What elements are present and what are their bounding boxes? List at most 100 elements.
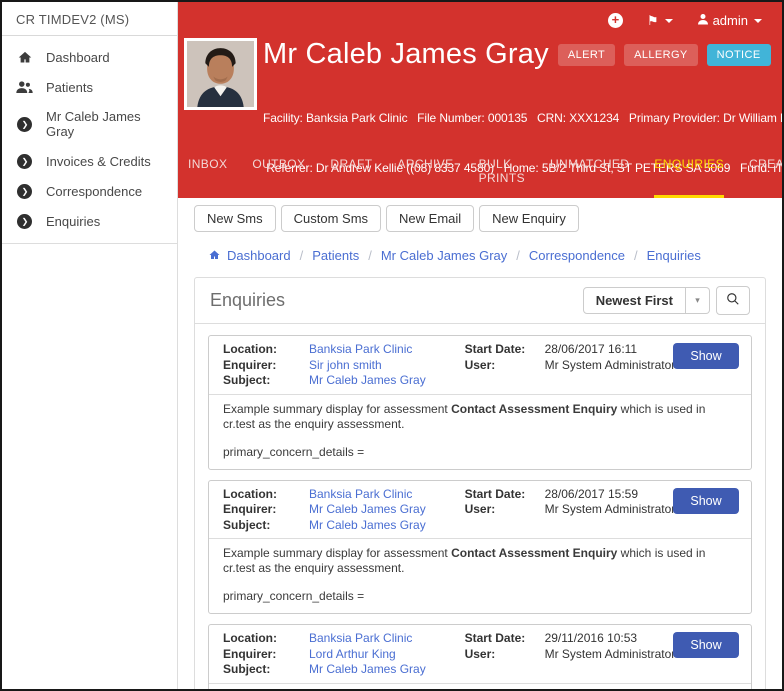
sidebar-item-dashboard[interactable]: Dashboard	[2, 42, 177, 72]
sidebar-nav: Dashboard Patients Mr Caleb James Gray I…	[2, 36, 177, 236]
summary-line2: primary_concern_details =	[223, 589, 365, 603]
start-date-label: Start Date:	[464, 631, 526, 645]
location-link[interactable]: Banksia Park Clinic	[309, 487, 412, 503]
subject-link[interactable]: Mr Caleb James Gray	[309, 518, 426, 534]
sidebar-item-label: Correspondence	[46, 183, 143, 199]
topbar: admin	[178, 2, 782, 30]
location-label: Location:	[223, 342, 277, 356]
sort-button[interactable]: Newest First	[582, 287, 686, 314]
tab-enquiries[interactable]: ENQUIRIES	[654, 148, 724, 198]
panel-controls: Newest First	[582, 286, 750, 315]
custom-sms-button[interactable]: Custom Sms	[280, 205, 382, 232]
enquiry-summary: Test	[209, 682, 751, 690]
start-date-value: 28/06/2017 16:11	[544, 342, 638, 356]
sidebar: CR TIMDEV2 (MS) Dashboard Patients Mr Ca…	[2, 2, 178, 689]
start-date-label: Start Date:	[464, 342, 526, 356]
flag-menu[interactable]	[647, 13, 673, 29]
enquirer-link[interactable]: Sir john smith	[309, 358, 382, 374]
chevron-circle-icon	[16, 183, 33, 199]
user-label: User:	[464, 357, 496, 372]
enquiry-item: Location: Banksia Park Clinic Enquirer: Mr…	[208, 479, 752, 614]
allergy-badge[interactable]: ALLERGY	[624, 43, 698, 66]
app-window: CR TIMDEV2 (MS) Dashboard Patients Mr Ca…	[0, 0, 784, 691]
location-link[interactable]: Banksia Park Clinic	[309, 342, 412, 358]
home-icon	[208, 248, 227, 263]
tab-unmatched[interactable]: UNMATCHED	[550, 148, 629, 198]
patient-photo	[184, 38, 257, 110]
subject-label: Subject:	[223, 662, 271, 676]
sidebar-item-label: Enquiries	[46, 213, 101, 229]
chevron-circle-icon	[16, 116, 33, 132]
summary-bold-text: Contact Assessment Enquiry	[451, 401, 618, 416]
summary-text: Example summary display for assessment	[223, 401, 452, 416]
subject-link[interactable]: Mr Caleb James Gray	[309, 373, 426, 389]
tab-outbox[interactable]: OUTBOX	[252, 148, 305, 198]
sidebar-item-patient-name[interactable]: Mr Caleb James Gray	[2, 102, 177, 146]
breadcrumb-enquiries[interactable]: Enquiries	[647, 248, 701, 263]
enquirer-label: Enquirer:	[223, 357, 277, 372]
home-icon	[16, 49, 33, 65]
breadcrumb-patients[interactable]: Patients	[312, 248, 359, 263]
subject-link[interactable]: Mr Caleb James Gray	[309, 662, 426, 678]
patient-name: Mr Caleb James Gray	[263, 38, 549, 70]
chevron-circle-icon	[16, 213, 33, 229]
plus-circle-icon	[607, 13, 623, 28]
enquiry-item: Location: Banksia Park Clinic Enquirer: Si…	[208, 335, 752, 470]
caret-down-icon	[664, 18, 673, 23]
location-label: Location:	[223, 631, 277, 645]
tab-inbox[interactable]: INBOX	[188, 148, 227, 198]
sidebar-item-label: Patients	[46, 79, 93, 95]
user-value: Mr System Administrator	[544, 357, 676, 372]
sidebar-item-invoices[interactable]: Invoices & Credits	[2, 146, 177, 176]
sort-caret-button[interactable]	[686, 287, 710, 314]
notice-badge[interactable]: NOTICE	[706, 43, 771, 66]
sidebar-item-correspondence[interactable]: Correspondence	[2, 176, 177, 206]
breadcrumb-dashboard[interactable]: Dashboard	[227, 248, 291, 263]
alert-badge[interactable]: ALERT	[557, 43, 616, 66]
tab-create[interactable]: CREATE	[749, 148, 782, 198]
users-icon	[16, 79, 33, 95]
user-menu[interactable]: admin	[697, 13, 762, 28]
breadcrumb-separator: /	[368, 248, 372, 263]
enquirer-label: Enquirer:	[223, 502, 277, 516]
location-link[interactable]: Banksia Park Clinic	[309, 631, 412, 647]
tab-archive[interactable]: ARCHIVE	[397, 148, 453, 198]
breadcrumb-correspondence[interactable]: Correspondence	[529, 248, 625, 263]
start-date-value: 28/06/2017 15:59	[544, 486, 638, 501]
subject-label: Subject:	[223, 373, 271, 387]
enquirer-link[interactable]: Mr Caleb James Gray	[309, 502, 426, 518]
user-label: admin	[712, 13, 748, 28]
breadcrumb-separator: /	[516, 248, 520, 263]
breadcrumb-separator: /	[634, 248, 638, 263]
tab-draft[interactable]: DRAFT	[330, 148, 372, 198]
new-sms-button[interactable]: New Sms	[194, 205, 276, 232]
flag-icon	[647, 13, 659, 29]
enquiries-list: Location: Banksia Park Clinic Enquirer: Si…	[195, 324, 765, 690]
enquiry-header: Location: Banksia Park Clinic Enquirer: Lo…	[209, 625, 751, 683]
new-enquiry-button[interactable]: New Enquiry	[479, 205, 579, 232]
enquiry-summary: Example summary display for assessment C…	[209, 538, 751, 613]
user-value: Mr System Administrator	[544, 646, 676, 661]
sidebar-item-label: Dashboard	[46, 49, 110, 65]
summary-line2: primary_concern_details =	[223, 444, 365, 459]
breadcrumb-patient-name[interactable]: Mr Caleb James Gray	[381, 248, 507, 263]
tab-bulk-prints[interactable]: BULK PRINTS	[479, 148, 525, 198]
search-icon	[726, 292, 740, 309]
user-label: User:	[464, 502, 496, 516]
sidebar-divider	[2, 243, 177, 244]
search-button[interactable]	[716, 286, 750, 315]
sidebar-item-patients[interactable]: Patients	[2, 72, 177, 102]
sidebar-item-label: Mr Caleb James Gray	[46, 109, 141, 139]
enquirer-link[interactable]: Lord Arthur King	[309, 647, 396, 663]
show-button[interactable]: Show	[673, 632, 739, 658]
chevron-circle-icon	[16, 153, 33, 169]
user-icon	[697, 13, 709, 28]
add-button[interactable]	[607, 13, 623, 28]
sidebar-item-enquiries[interactable]: Enquiries	[2, 206, 177, 236]
show-button[interactable]: Show	[673, 343, 739, 369]
new-email-button[interactable]: New Email	[386, 205, 475, 232]
show-button[interactable]: Show	[673, 487, 739, 514]
user-label: User:	[464, 646, 496, 661]
enquiry-header: Location: Banksia Park Clinic Enquirer: Mr…	[209, 481, 751, 539]
sort-dropdown: Newest First	[582, 287, 710, 314]
